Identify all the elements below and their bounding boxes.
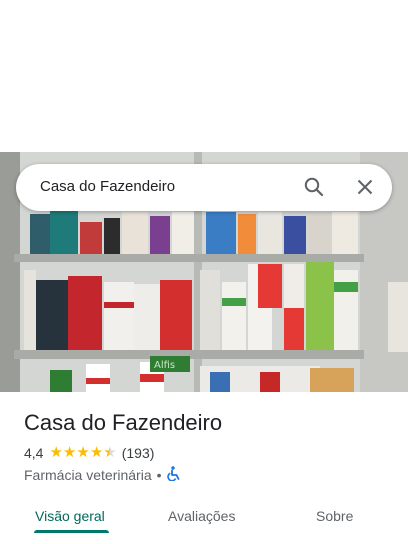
rating-stars: ★ ★ ★ ★ ★ (49, 444, 117, 461)
separator-dot: • (156, 467, 162, 483)
search-icon[interactable] (302, 175, 326, 199)
wheelchair-icon (166, 466, 181, 484)
star-icon: ★ (76, 444, 90, 461)
search-query[interactable]: Casa do Fazendeiro (40, 178, 175, 195)
close-icon[interactable] (353, 175, 377, 199)
tab-about[interactable]: Sobre (316, 508, 353, 524)
place-category: Farmácia veterinária (24, 467, 152, 483)
star-icon: ★ (89, 444, 104, 461)
category-row: Farmácia veterinária • (24, 466, 181, 484)
rating-row[interactable]: 4,4 ★ ★ ★ ★ ★ (193) (24, 445, 154, 461)
search-box[interactable]: Casa do Fazendeiro (16, 164, 392, 211)
star-icon: ★ (62, 444, 77, 461)
shelf-sign-text: Alfis (154, 360, 175, 371)
active-tab-indicator (34, 530, 109, 533)
place-details-panel: Casa do Fazendeiro 4,4 ★ ★ ★ ★ ★ (193) F… (0, 392, 408, 544)
star-icon: ★ (49, 444, 63, 461)
tab-reviews[interactable]: Avaliações (168, 508, 235, 524)
rating-value: 4,4 (24, 445, 44, 461)
tab-overview[interactable]: Visão geral (35, 508, 105, 524)
review-count: (193) (121, 445, 155, 461)
half-star-icon: ★ (103, 444, 117, 461)
place-title: Casa do Fazendeiro (24, 410, 223, 435)
